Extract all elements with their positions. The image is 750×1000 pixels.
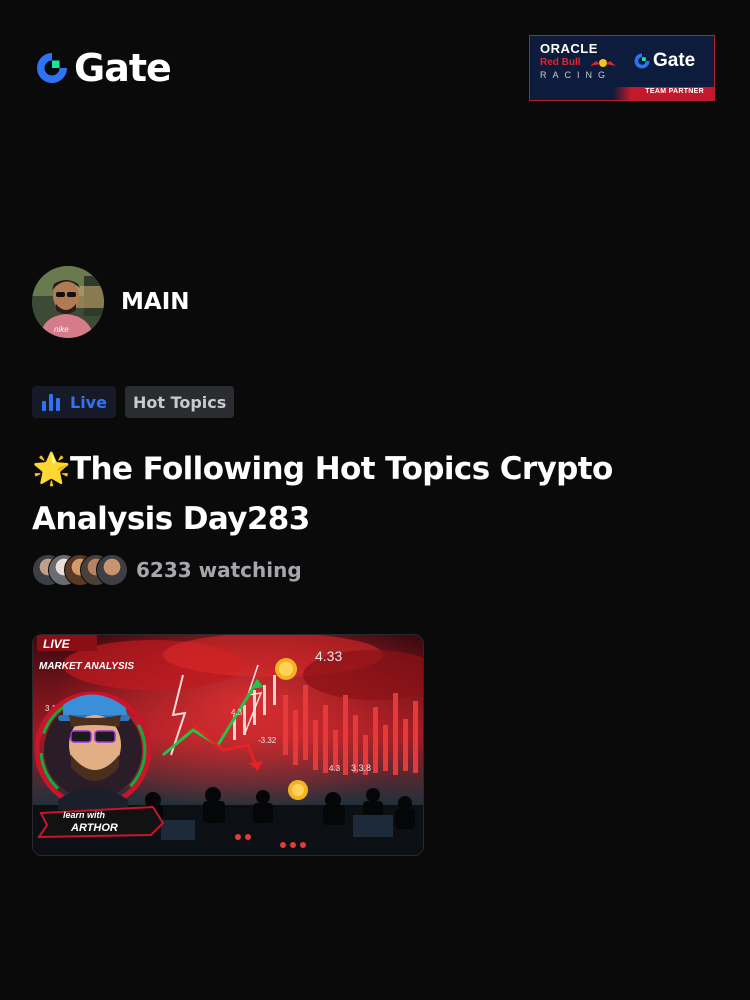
price-label: 4.33 [315,648,342,664]
user-avatar: nike [32,266,104,338]
thumbnail-heading: MARKET ANALYSIS [39,661,134,672]
tag-list: Live Hot Topics [32,386,235,418]
post-title-text: The Following Hot Topics Crypto Analysis… [32,451,613,537]
viewer-avatar [96,554,128,586]
hot-topics-label: Hot Topics [132,392,227,412]
star-emoji-icon: 🌟 [32,451,71,487]
gate-logo[interactable]: Gate [34,46,172,90]
viewer-avatars [32,554,128,586]
hot-topics-tag[interactable]: Hot Topics [124,386,235,418]
gate-logo-icon [37,53,67,83]
svg-text:3.3.8: 3.3.8 [351,763,371,773]
svg-text:nike: nike [54,325,69,334]
team-partner-strip: TEAM PARTNER [530,87,714,100]
partner-banner[interactable]: ORACLE Red Bull RACING Gate TEAM PARTNER [529,35,715,101]
post-page: Gate ORACLE Red Bull RACING Gate TEAM PA… [0,0,750,1000]
partner-line-oracle: ORACLE [540,41,598,56]
streamer-name[interactable]: MAIN [121,289,190,315]
avatar[interactable]: nike [32,266,104,338]
live-bars-icon [42,393,60,411]
partner-gate-logo: Gate [633,50,695,72]
gate-logo-icon [634,53,650,69]
brand-name: Gate [74,46,172,90]
partner-brand-name: Gate [653,50,696,71]
thumbnail-caption-line1: learn with [63,810,106,820]
team-partner-label: TEAM PARTNER [645,88,704,95]
thumbnail-image: 4.33 4.3 -3.32 3.1 4.3 3.3.8 LIVE MARKET… [33,635,423,855]
red-bull-icon [590,59,616,67]
svg-text:-3.32: -3.32 [258,736,277,745]
watching-count: 6233 watching [136,558,302,582]
streamer-profile[interactable]: nike MAIN [32,266,190,338]
stream-thumbnail[interactable]: 4.33 4.3 -3.32 3.1 4.3 3.3.8 LIVE MARKET… [32,634,424,856]
partner-line-racing: RACING [540,70,612,80]
live-label: Live [70,392,107,412]
live-badge[interactable]: Live [32,386,116,418]
post-title[interactable]: 🌟The Following Hot Topics Crypto Analysi… [32,444,712,544]
thumbnail-badge: LIVE [43,637,71,651]
svg-text:4.3: 4.3 [231,708,243,717]
thumbnail-caption-line2: ARTHOR [70,822,118,834]
partner-line-redbull: Red Bull [540,57,581,68]
svg-text:4.3: 4.3 [329,764,341,773]
viewer-count: 6233 watching [32,554,302,586]
